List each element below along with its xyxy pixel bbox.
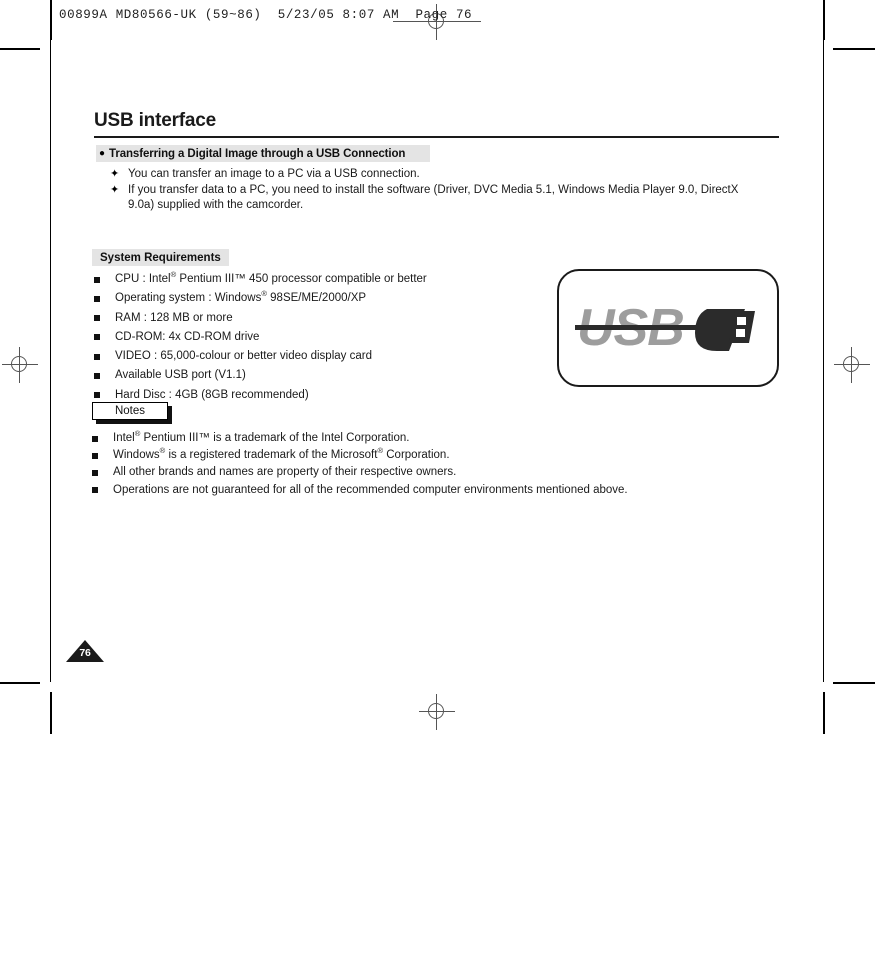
list-item: ✦ You can transfer an image to a PC via … xyxy=(110,167,750,183)
title-underline-rule xyxy=(94,136,779,138)
square-bullet-icon xyxy=(94,334,100,341)
notes-heading-box: Notes xyxy=(92,402,168,420)
system-requirements-list: CPU : Intel® Pentium III™ 450 processor … xyxy=(94,270,534,405)
list-item: Available USB port (V1.1) xyxy=(94,366,534,385)
square-bullet-icon xyxy=(92,469,98,476)
square-bullet-icon xyxy=(92,452,98,459)
list-item-text: All other brands and names are property … xyxy=(113,466,457,479)
page-title: USB interface xyxy=(94,110,216,131)
usb-plug-slot-bottom xyxy=(736,329,745,337)
list-item: RAM : 128 MB or more xyxy=(94,309,534,328)
club-bullet-icon: ✦ xyxy=(110,168,120,180)
system-requirements-heading: System Requirements xyxy=(92,249,229,266)
page-number-text: 76 xyxy=(79,647,91,659)
usb-logo: USB xyxy=(557,269,779,387)
page-content: USB interface ● Transferring a Digital I… xyxy=(0,0,875,954)
square-bullet-icon xyxy=(94,276,100,283)
document-page: 00899A MD80566-UK (59~86) 5/23/05 8:07 A… xyxy=(0,0,875,954)
list-item: ✦ If you transfer data to a PC, you need… xyxy=(110,183,750,214)
square-bullet-icon xyxy=(94,353,100,360)
square-bullet-icon xyxy=(94,372,100,379)
list-item-text: Hard Disc : 4GB (8GB recommended) xyxy=(115,388,309,401)
section-heading-band: ● Transferring a Digital Image through a… xyxy=(96,145,430,162)
list-item-text: Intel xyxy=(113,432,135,444)
list-item-text-cont: 98SE/ME/2000/XP xyxy=(266,292,367,305)
list-item: VIDEO : 65,000-colour or better video di… xyxy=(94,347,534,366)
usb-plug-slot-top xyxy=(737,317,746,325)
list-item-text: CD-ROM: 4x CD-ROM drive xyxy=(115,330,260,343)
list-item-text: VIDEO : 65,000-colour or better video di… xyxy=(115,350,372,363)
square-bullet-icon xyxy=(92,487,98,494)
list-item-text: Operating system : Windows xyxy=(115,292,262,305)
square-bullet-icon xyxy=(94,392,100,399)
list-item-text-cont: Pentium III™ is a trademark of the Intel… xyxy=(140,432,410,444)
intro-list: ✦ You can transfer an image to a PC via … xyxy=(110,167,750,214)
section-heading-label: Transferring a Digital Image through a U… xyxy=(109,147,406,160)
usb-logo-graphic: USB xyxy=(575,299,755,357)
list-item: CPU : Intel® Pentium III™ 450 processor … xyxy=(94,270,534,289)
notes-list: Intel® Pentium III™ is a trademark of th… xyxy=(92,430,752,499)
list-item-text: Windows xyxy=(113,449,160,462)
list-item: Operating system : Windows® 98SE/ME/2000… xyxy=(94,289,534,308)
list-item: Windows® is a registered trademark of th… xyxy=(92,447,752,464)
list-item-text: Available USB port (V1.1) xyxy=(115,369,246,382)
list-item: CD-ROM: 4x CD-ROM drive xyxy=(94,328,534,347)
page-number-badge: 76 xyxy=(64,638,106,664)
bullet-circle-icon: ● xyxy=(99,147,106,159)
list-item: Intel® Pentium III™ is a trademark of th… xyxy=(92,430,752,447)
list-item-text-end: Corporation. xyxy=(383,449,450,462)
list-item-text-cont: is a registered trademark of the Microso… xyxy=(165,449,378,462)
list-item-text: CPU : Intel xyxy=(115,273,171,285)
notes-box-shadow-bottom xyxy=(96,420,172,424)
list-item: Operations are not guaranteed for all of… xyxy=(92,482,752,499)
square-bullet-icon xyxy=(92,435,98,442)
list-item-text: Operations are not guaranteed for all of… xyxy=(113,483,628,496)
list-item-text-cont: Pentium III™ 450 processor compatible or… xyxy=(176,273,427,285)
list-item-text: RAM : 128 MB or more xyxy=(115,311,233,324)
square-bullet-icon xyxy=(94,315,100,322)
list-item: All other brands and names are property … xyxy=(92,464,752,481)
club-bullet-icon: ✦ xyxy=(110,183,120,196)
square-bullet-icon xyxy=(94,295,100,302)
list-item-text: If you transfer data to a PC, you need t… xyxy=(128,183,739,212)
list-item-text: You can transfer an image to a PC via a … xyxy=(128,168,420,180)
